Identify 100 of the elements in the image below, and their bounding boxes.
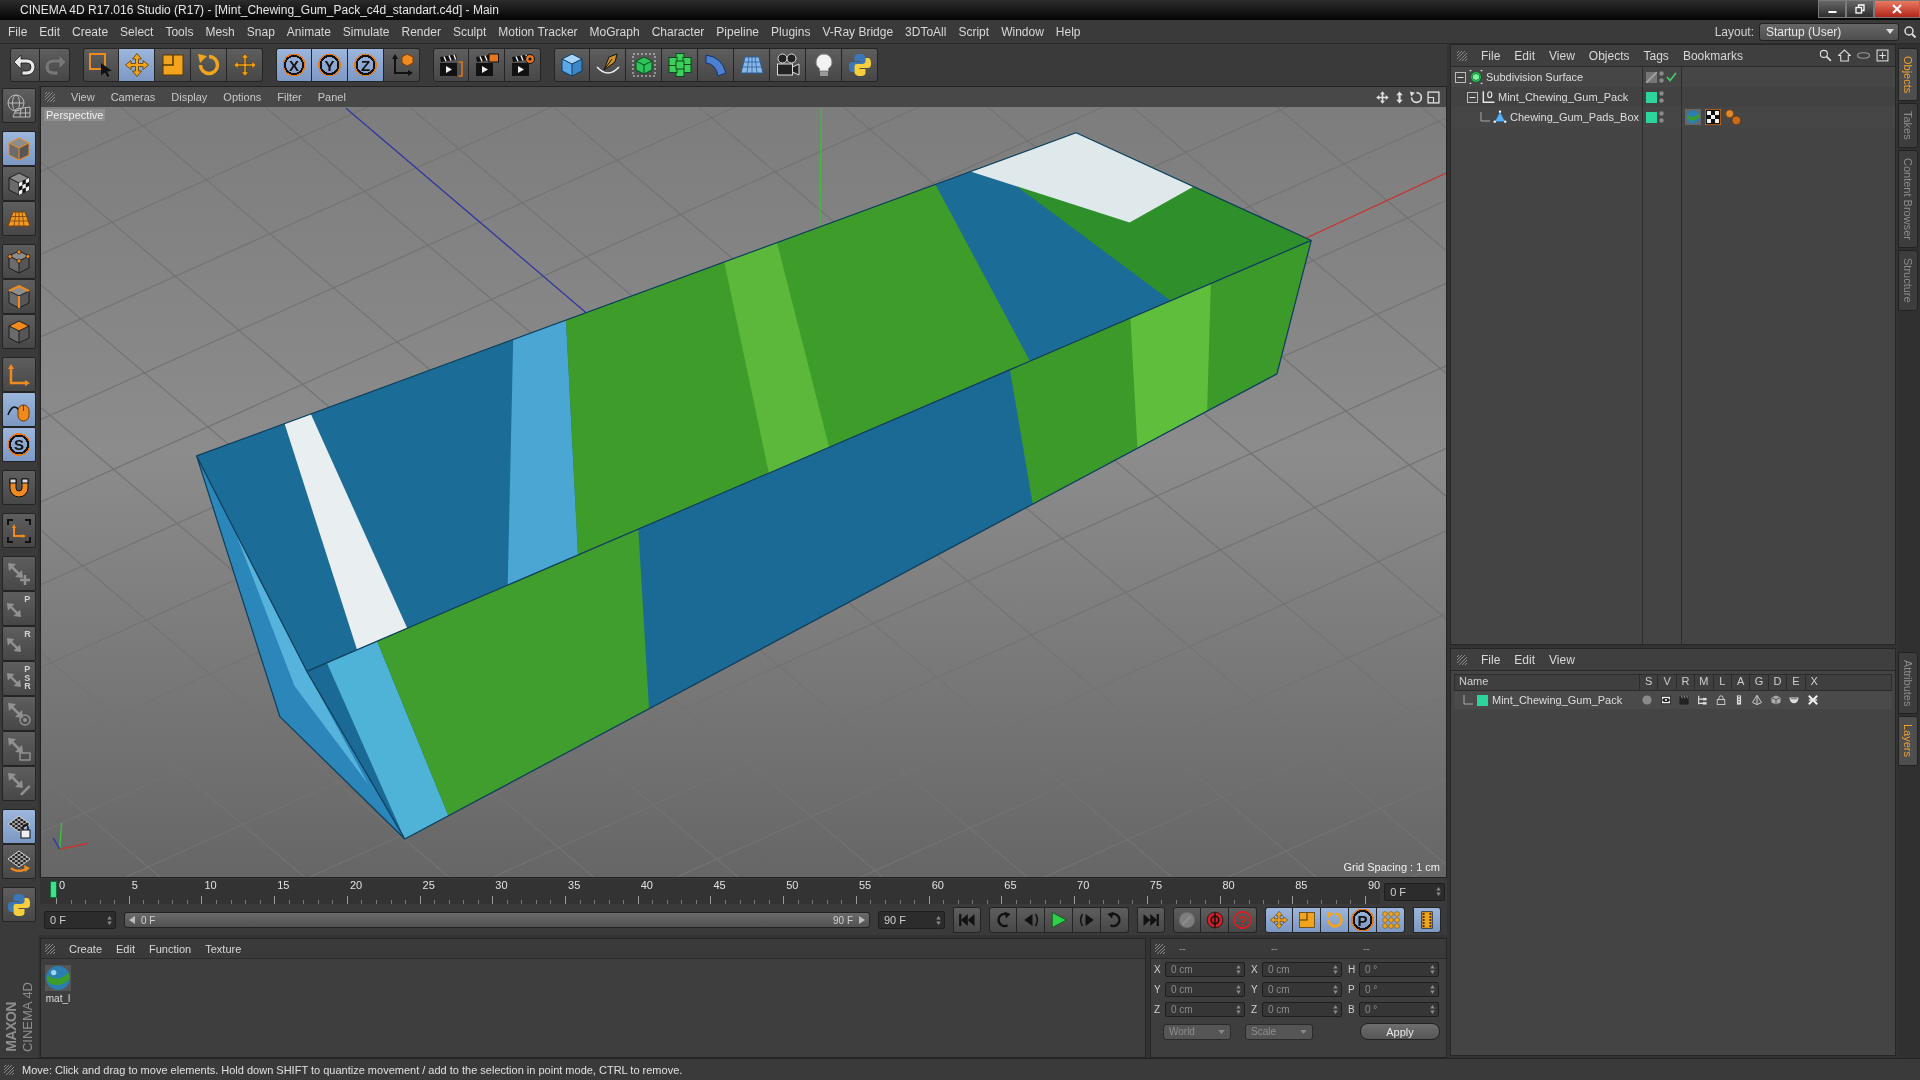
menu-item[interactable]: Snap	[246, 24, 275, 39]
points-button[interactable]	[2, 244, 36, 279]
menu-item[interactable]: Animate	[286, 24, 331, 39]
two-balls-tag-icon[interactable]	[1725, 109, 1741, 125]
menu-item[interactable]: Simulate	[342, 24, 390, 39]
floor-button[interactable]	[734, 48, 770, 82]
prev-key-button[interactable]	[989, 907, 1017, 933]
workplane-globe-button[interactable]	[2, 88, 36, 123]
scale-button[interactable]	[155, 48, 191, 82]
axis-lock-button[interactable]: Y	[312, 48, 348, 82]
layer-row[interactable]: Mint_Chewing_Gum_Pack	[1454, 691, 1892, 709]
visibility-dots-icon[interactable]	[1659, 111, 1664, 123]
spinner-arrows-icon[interactable]	[1430, 984, 1435, 994]
key-position-button[interactable]	[1265, 907, 1293, 933]
spinner-arrows-icon[interactable]	[1236, 1004, 1241, 1014]
grid-rotate-button[interactable]	[2, 844, 36, 879]
end-frame-field[interactable]: 90 F	[878, 911, 945, 929]
apply-button[interactable]: Apply	[1360, 1023, 1440, 1040]
polygons-button[interactable]	[2, 314, 36, 349]
checkmark-icon[interactable]	[1666, 72, 1677, 82]
menu-item[interactable]: Options	[223, 91, 262, 103]
coordinate-field[interactable]: 0 cm	[1165, 1001, 1245, 1017]
menu-item[interactable]: Tags	[1643, 48, 1669, 63]
bend-button[interactable]	[698, 48, 734, 82]
spinner-arrows-icon[interactable]	[1236, 964, 1241, 974]
layout-dropdown[interactable]: Startup (User)	[1759, 22, 1899, 41]
column-header[interactable]: R	[1675, 675, 1695, 690]
maximize-icon[interactable]	[1427, 90, 1440, 104]
cube-button[interactable]	[554, 48, 590, 82]
live-selection-button[interactable]	[83, 48, 119, 82]
render-viewer-button[interactable]	[469, 48, 505, 82]
coordinate-field[interactable]: 0 °	[1359, 981, 1439, 997]
coordinate-field[interactable]: 0 °	[1359, 1001, 1439, 1017]
visibility-dots-icon[interactable]	[1659, 91, 1664, 103]
go-start-button[interactable]	[953, 907, 981, 933]
menu-item[interactable]: Function	[149, 942, 192, 955]
menu-item[interactable]: Cameras	[110, 91, 156, 103]
menu-item[interactable]: Character	[651, 24, 705, 39]
spinner-arrows-icon[interactable]	[1236, 984, 1241, 994]
coordinate-field[interactable]: 0 cm	[1165, 961, 1245, 977]
light-button[interactable]	[806, 48, 842, 82]
tweak-button[interactable]	[2, 392, 36, 427]
pyramid-icon[interactable]	[1752, 695, 1763, 705]
column-header[interactable]: S	[1639, 675, 1658, 690]
ellipse-icon[interactable]	[1857, 49, 1870, 62]
key-scale-button[interactable]	[1293, 907, 1321, 933]
play-button[interactable]	[1045, 907, 1073, 933]
menu-item[interactable]: Edit	[39, 24, 61, 39]
workplane-button[interactable]	[2, 201, 36, 236]
pen-button[interactable]	[590, 48, 626, 82]
next-key-button[interactable]	[1101, 907, 1129, 933]
spinner-arrows-icon[interactable]	[1430, 1004, 1435, 1014]
menu-item[interactable]: Create	[72, 24, 109, 39]
minimize-button[interactable]	[1818, 0, 1846, 18]
column-header[interactable]: A	[1730, 675, 1750, 690]
menu-item[interactable]: View	[1549, 48, 1575, 63]
eye-icon[interactable]	[1660, 695, 1671, 705]
grip-icon[interactable]	[4, 1064, 14, 1075]
current-frame-field[interactable]: 0 F	[1384, 882, 1445, 901]
render-settings-button[interactable]	[505, 48, 541, 82]
bowl-icon[interactable]	[1789, 695, 1800, 705]
column-header[interactable]: D	[1767, 675, 1787, 690]
camera-button[interactable]	[770, 48, 806, 82]
side-tab[interactable]: Objects	[1898, 48, 1918, 102]
grip-icon[interactable]	[45, 92, 55, 102]
coordinate-field[interactable]: 0 °	[1359, 961, 1439, 977]
padlock-icon[interactable]	[1715, 695, 1726, 705]
menu-item[interactable]: Edit	[1514, 48, 1536, 63]
close-button[interactable]	[1874, 0, 1920, 18]
menu-item[interactable]: Window	[1001, 24, 1044, 39]
spinner-arrows-icon[interactable]	[1436, 887, 1441, 896]
menu-item[interactable]: Filter	[277, 91, 302, 103]
layer-color-icon[interactable]	[1646, 91, 1657, 103]
menu-item[interactable]: Edit	[116, 942, 135, 955]
search-icon[interactable]	[1819, 49, 1832, 62]
orbit-icon[interactable]	[1410, 90, 1423, 104]
layer-color-icon[interactable]	[1646, 111, 1657, 123]
menu-item[interactable]: Sculpt	[452, 24, 487, 39]
grip-icon[interactable]	[1457, 654, 1467, 665]
left-triangle-icon[interactable]	[129, 916, 135, 924]
menu-item[interactable]: Script	[958, 24, 990, 39]
go-end-button[interactable]	[1137, 907, 1165, 933]
menu-item[interactable]: Objects	[1588, 48, 1630, 63]
pan-arrows-icon[interactable]	[1376, 90, 1389, 104]
dot-icon[interactable]	[1642, 695, 1653, 705]
key-rotation-button[interactable]	[1321, 907, 1349, 933]
menu-item[interactable]: Tools	[165, 24, 194, 39]
grip-icon[interactable]	[1155, 943, 1165, 954]
last-tool-button[interactable]	[227, 48, 263, 82]
collapse-box-icon[interactable]	[1467, 91, 1478, 103]
home-icon[interactable]	[1838, 49, 1851, 62]
grip-icon[interactable]	[45, 943, 55, 954]
python-button[interactable]	[842, 48, 878, 82]
start-frame-field[interactable]: 0 F	[44, 911, 116, 929]
menu-item[interactable]: Plugins	[771, 24, 811, 39]
grip-icon[interactable]	[1457, 50, 1467, 61]
checker-tag-icon[interactable]	[1705, 109, 1721, 125]
x-mark-icon[interactable]	[1807, 695, 1818, 705]
subdivision-button[interactable]	[626, 48, 662, 82]
move-button[interactable]	[119, 48, 155, 82]
